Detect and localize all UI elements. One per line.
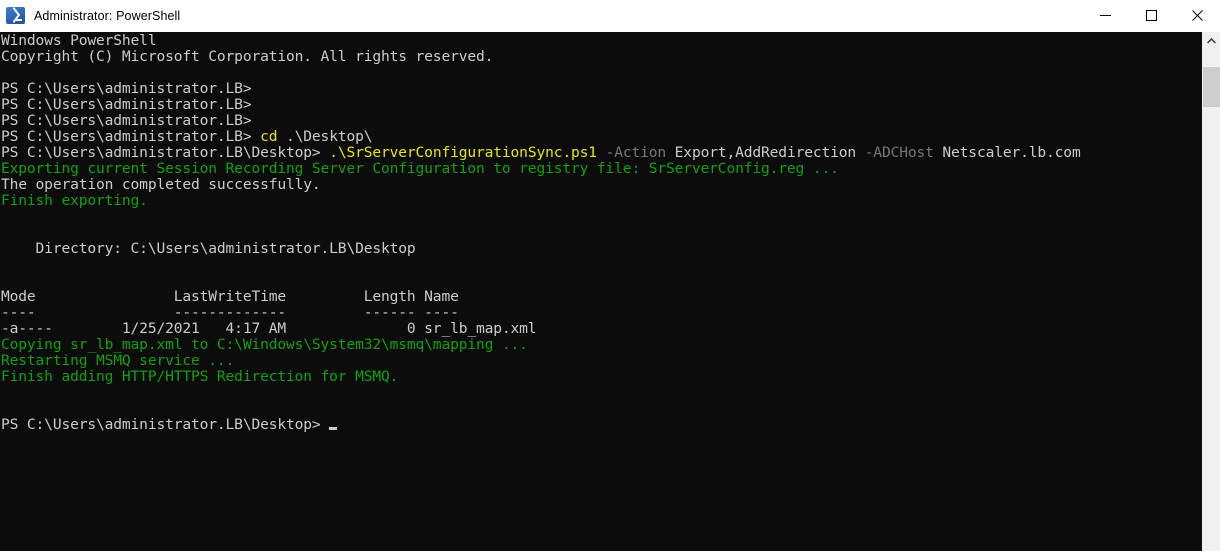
title-bar[interactable]: Administrator: PowerShell xyxy=(0,0,1220,32)
console-line-banner-2: Copyright (C) Microsoft Corporation. All… xyxy=(0,49,1202,65)
console-line-cmd-cd: PS C:\Users\administrator.LB> cd .\Deskt… xyxy=(0,129,1202,145)
maximize-button[interactable] xyxy=(1128,0,1174,31)
console-text: The operation completed successfully. xyxy=(1,176,321,193)
window-title: Administrator: PowerShell xyxy=(34,8,181,23)
console-text: Exporting current Session Recording Serv… xyxy=(1,160,839,177)
window-controls xyxy=(1082,0,1220,31)
console-text: Copying sr_lb_map.xml to C:\Windows\Syst… xyxy=(1,336,528,353)
minimize-button[interactable] xyxy=(1082,0,1128,31)
console-line-blank-2 xyxy=(0,209,1202,225)
console-line-table-rule: ---- ------------- ------ ---- xyxy=(0,305,1202,321)
console-text: PS C:\Users\administrator.LB\Desktop> xyxy=(1,416,321,433)
console-line-banner-1: Windows PowerShell xyxy=(0,33,1202,49)
console-text: Restarting MSMQ service ... xyxy=(1,352,235,369)
console-text: Netscaler.lb.com xyxy=(933,144,1081,161)
maximize-icon xyxy=(1145,10,1157,21)
console-line-blank-7 xyxy=(0,401,1202,417)
console-line-blank-1 xyxy=(0,65,1202,81)
close-button[interactable] xyxy=(1174,0,1220,31)
console-text: Finish exporting. xyxy=(1,192,148,209)
console-text: -ADCHost xyxy=(864,144,934,161)
console-line-dir-header: Directory: C:\Users\administrator.LB\Des… xyxy=(0,241,1202,257)
text-cursor xyxy=(328,427,337,430)
console-output[interactable]: Windows PowerShell Copyright (C) Microsof… xyxy=(0,32,1202,551)
close-icon xyxy=(1191,10,1203,21)
console-text: Finish adding HTTP/HTTPS Redirection for… xyxy=(1,368,399,385)
console-line-prompt-3: PS C:\Users\administrator.LB> xyxy=(0,113,1202,129)
console-area: Windows PowerShell Copyright (C) Microsof… xyxy=(0,32,1220,551)
console-line-table-row-1: -a---- 1/25/2021 4:17 AM 0 sr_lb_map.xml xyxy=(0,321,1202,337)
scrollbar-up-button[interactable] xyxy=(1203,32,1220,49)
chevron-up-icon xyxy=(1207,37,1216,44)
console-text: .\Desktop\ xyxy=(277,128,373,145)
console-text: -Action xyxy=(605,144,667,161)
console-text: PS C:\Users\administrator.LB> xyxy=(1,112,252,129)
console-text: Mode LastWriteTime Length Name xyxy=(1,288,459,305)
console-text: ---- ------------- ------ ---- xyxy=(1,304,459,321)
console-line-out-restarting: Restarting MSMQ service ... xyxy=(0,353,1202,369)
console-line-out-finish-export: Finish exporting. xyxy=(0,193,1202,209)
minimize-icon xyxy=(1099,15,1111,16)
console-line-table-head: Mode LastWriteTime Length Name xyxy=(0,289,1202,305)
console-line-blank-3 xyxy=(0,225,1202,241)
console-line-blank-6 xyxy=(0,385,1202,401)
console-text: -a---- 1/25/2021 4:17 AM 0 sr_lb_map.xml xyxy=(1,320,537,337)
console-text: PS C:\Users\administrator.LB> xyxy=(1,128,261,145)
console-text: cd xyxy=(260,128,278,145)
console-text: PS C:\Users\administrator.LB> xyxy=(1,96,252,113)
console-line-prompt-2: PS C:\Users\administrator.LB> xyxy=(0,97,1202,113)
powershell-icon xyxy=(6,7,25,24)
console-text: PS C:\Users\administrator.LB> xyxy=(1,80,252,97)
console-line-out-exporting: Exporting current Session Recording Serv… xyxy=(0,161,1202,177)
console-text: PS C:\Users\administrator.LB\Desktop> xyxy=(1,144,330,161)
console-line-out-copying: Copying sr_lb_map.xml to C:\Windows\Syst… xyxy=(0,337,1202,353)
console-line-out-finish-redirect: Finish adding HTTP/HTTPS Redirection for… xyxy=(0,369,1202,385)
console-text: .\SrServerConfigurationSync.ps1 xyxy=(329,144,597,161)
console-text: Copyright (C) Microsoft Corporation. All… xyxy=(1,48,494,65)
scrollbar-track[interactable] xyxy=(1203,49,1220,551)
console-text: Windows PowerShell xyxy=(1,32,157,49)
console-line-blank-4 xyxy=(0,257,1202,273)
console-line-prompt-1: PS C:\Users\administrator.LB> xyxy=(0,81,1202,97)
console-line-blank-5 xyxy=(0,273,1202,289)
scrollbar-thumb[interactable] xyxy=(1203,67,1220,108)
powershell-window: Administrator: PowerShell Windows PowerS… xyxy=(0,0,1220,551)
console-line-cmd-script: PS C:\Users\administrator.LB\Desktop> .\… xyxy=(0,145,1202,161)
console-text: Directory: C:\Users\administrator.LB\Des… xyxy=(1,240,416,257)
scrollbar[interactable] xyxy=(1202,32,1220,551)
console-line-out-success: The operation completed successfully. xyxy=(0,177,1202,193)
title-bar-left: Administrator: PowerShell xyxy=(0,7,1082,24)
console-line-prompt-final: PS C:\Users\administrator.LB\Desktop> xyxy=(0,417,1202,433)
console-text: Export,AddRedirection xyxy=(666,144,865,161)
